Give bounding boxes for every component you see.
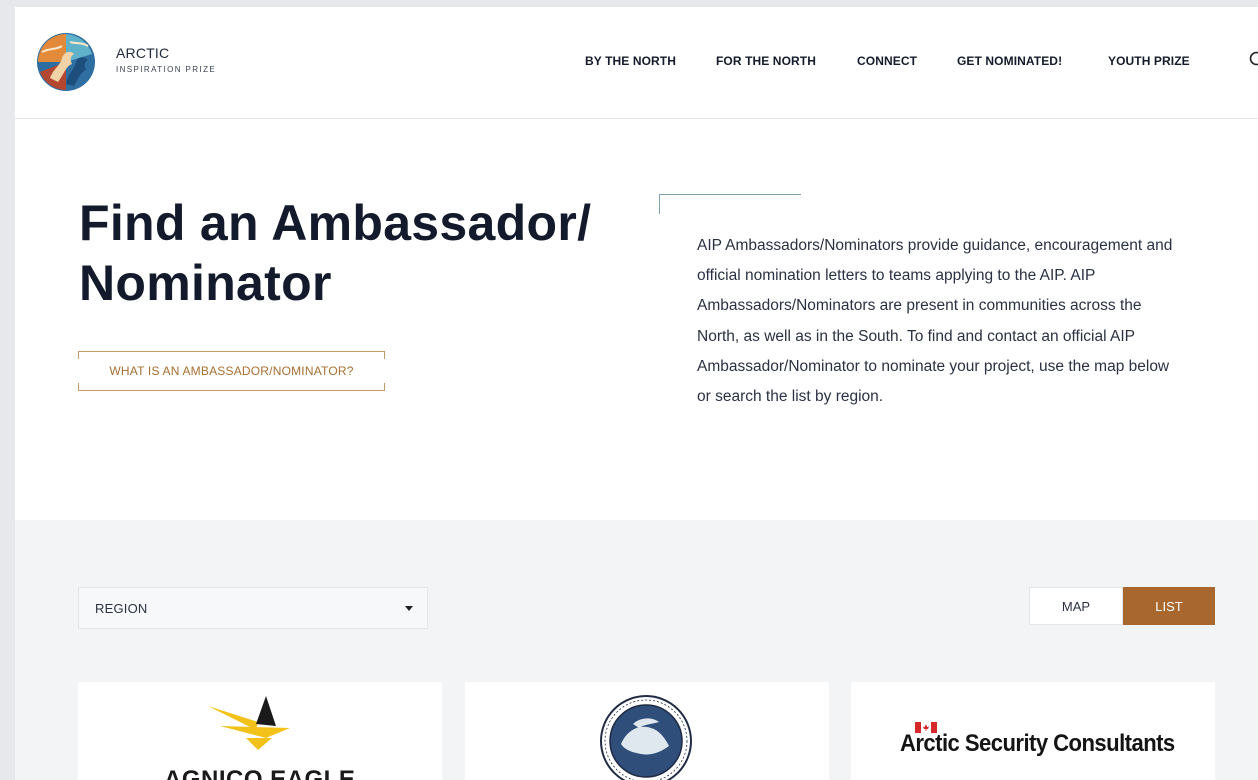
ambassador-card-agnico-eagle[interactable]: AGNICO EAGLE xyxy=(78,682,442,780)
ambassador-list-section: REGION MAP LIST AGNICO EAGLE Arctic Secu… xyxy=(15,520,1258,780)
search-icon[interactable] xyxy=(1249,51,1258,69)
view-toggle-map[interactable]: MAP xyxy=(1029,587,1123,625)
decorative-accent-line xyxy=(659,194,801,214)
page-title-line-1: Find an Ambassador/ xyxy=(79,195,592,251)
button-frame-bottom xyxy=(78,383,385,391)
page-title-line-2: Nominator xyxy=(79,255,332,311)
page-title: Find an Ambassador/ Nominator xyxy=(79,193,639,313)
nav-for-the-north[interactable]: FOR THE NORTH xyxy=(716,54,816,68)
view-toggle-list[interactable]: LIST xyxy=(1123,587,1215,625)
arctic-institute-seal-icon xyxy=(600,695,692,780)
ambassador-card-arctic-institute[interactable] xyxy=(465,682,829,780)
ambassador-card-arctic-security[interactable]: Arctic Security Consultants xyxy=(851,682,1215,780)
what-is-ambassador-button[interactable]: WHAT IS AN AMBASSADOR/NOMINATOR? xyxy=(78,351,385,391)
arctic-inspiration-prize-logo[interactable] xyxy=(36,32,96,92)
nav-get-nominated[interactable]: GET NOMINATED! xyxy=(957,54,1062,68)
hero-description: AIP Ambassadors/Nominators provide guida… xyxy=(697,237,1173,406)
chevron-down-icon xyxy=(405,606,413,611)
what-is-ambassador-label: WHAT IS AN AMBASSADOR/NOMINATOR? xyxy=(109,364,354,378)
brand-subtitle: INSPIRATION PRIZE xyxy=(116,65,217,74)
page: ARCTIC INSPIRATION PRIZE BY THE NORTH FO… xyxy=(15,7,1258,780)
nav-by-the-north[interactable]: BY THE NORTH xyxy=(585,54,676,68)
region-select-label: REGION xyxy=(95,600,148,616)
brand-title: ARCTIC xyxy=(116,45,170,61)
agnico-eagle-logo-icon xyxy=(208,696,290,750)
nav-youth-prize[interactable]: YOUTH PRIZE xyxy=(1108,54,1190,68)
region-select[interactable]: REGION xyxy=(78,587,428,629)
nav-connect[interactable]: CONNECT xyxy=(857,54,917,68)
site-header: ARCTIC INSPIRATION PRIZE BY THE NORTH FO… xyxy=(15,7,1258,119)
arctic-security-consultants-wordmark: Arctic Security Consultants xyxy=(900,730,1175,757)
button-frame-top xyxy=(78,351,385,359)
agnico-eagle-wordmark: AGNICO EAGLE xyxy=(164,766,356,780)
